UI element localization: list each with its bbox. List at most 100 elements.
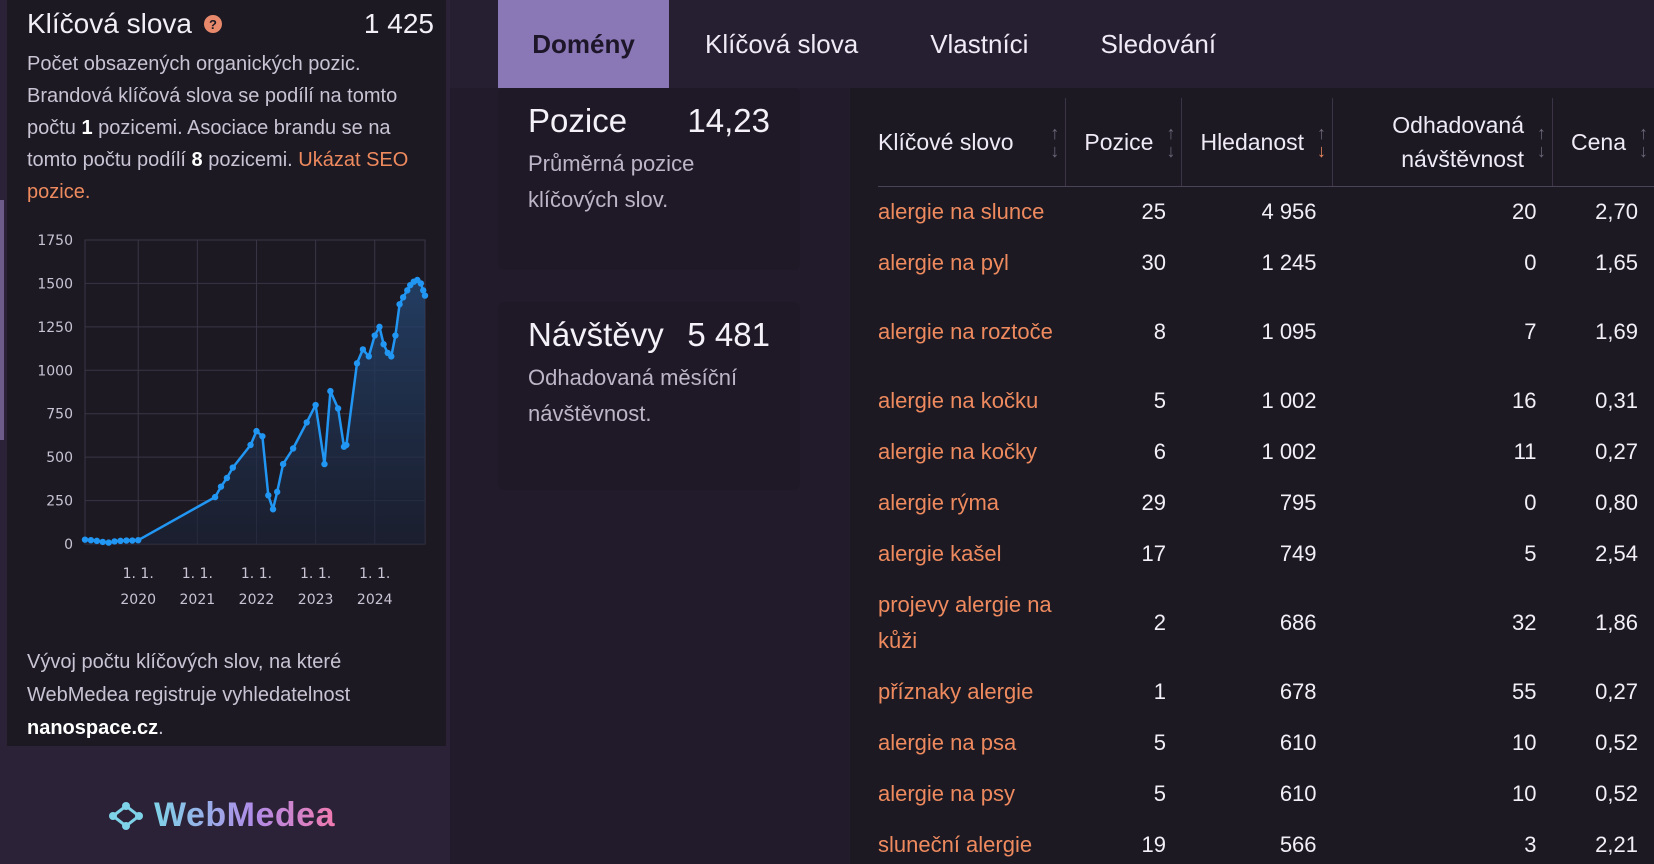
chart-point — [279, 460, 287, 468]
chart-point — [327, 387, 334, 395]
tab-domeny[interactable]: Domény — [498, 0, 669, 88]
chart-y-tick-label: 1250 — [37, 320, 73, 336]
visits-card: Návštěvy 5 481 Odhadovaná měsíční návště… — [498, 302, 800, 490]
search-volume-cell: 678 — [1279, 678, 1317, 704]
help-icon[interactable]: ? — [203, 15, 222, 33]
column-header-price[interactable]: Cena ↑ ↓ — [1552, 98, 1654, 187]
visits-card-header: Návštěvy 5 481 — [528, 316, 770, 354]
tab-sledovani[interactable]: Sledování — [1064, 0, 1252, 88]
table-row: sluneční alergie 19 566 3 2,21 — [878, 819, 1654, 864]
table-row: alergie kašel 17 749 5 2,54 — [878, 528, 1654, 579]
keywords-card-header: Klíčová slova ? 1 425 — [27, 6, 434, 42]
position-cell: 25 — [1141, 198, 1166, 224]
keyword-link[interactable]: alergie rýma — [878, 477, 1066, 528]
chart-point — [123, 537, 130, 544]
column-header-keyword[interactable]: Klíčové slovo ↑ ↓ — [878, 98, 1066, 187]
chart-point — [81, 536, 89, 543]
chart-point — [353, 360, 361, 367]
chart-point — [380, 341, 387, 348]
chart-point — [265, 492, 272, 499]
chart-point — [417, 280, 425, 287]
keyword-link[interactable]: projevy alergie na kůži — [878, 579, 1066, 666]
keyword-link[interactable]: alergie na kočku — [878, 375, 1066, 426]
position-cell: 2 — [1153, 609, 1166, 635]
estimated-visits-cell: 10 — [1512, 729, 1537, 755]
keywords-count: 1 425 — [363, 8, 434, 39]
chart-y-tick-label: 750 — [46, 407, 73, 423]
sort-icon[interactable]: ↑ ↓ — [1639, 124, 1648, 160]
sort-icon[interactable]: ↑ ↓ — [1166, 124, 1175, 160]
position-value: 14,23 — [687, 102, 770, 139]
sort-icon[interactable]: ↑ ↓ — [1317, 124, 1326, 160]
column-header-search-volume[interactable]: Hledanost ↑ ↓ — [1181, 98, 1333, 187]
chart-point — [303, 419, 310, 426]
tab-klicova-slova[interactable]: Klíčová slova — [669, 0, 894, 88]
keyword-link[interactable]: alergie na roztoče — [878, 288, 1066, 375]
visits-value: 5 481 — [687, 316, 770, 353]
position-description: Průměrná pozice klíčových slov. — [528, 151, 695, 212]
estimated-visits-cell: 3 — [1524, 831, 1537, 857]
caption-part-1: Vývoj počtu klíčových slov, na které Web… — [27, 651, 351, 706]
keyword-link[interactable]: alergie na psy — [878, 768, 1066, 819]
keyword-link[interactable]: alergie na slunce — [878, 186, 1066, 237]
chart-x-tick-year: 2023 — [298, 592, 334, 608]
webmedea-logo[interactable]: WebMedea — [108, 796, 335, 835]
position-cell: 29 — [1141, 489, 1166, 515]
keyword-link[interactable]: alergie na kočky — [878, 426, 1066, 477]
column-header-estimated-visits-label: Odhadovaná návštěvnost — [1392, 111, 1524, 172]
search-volume-cell: 686 — [1279, 609, 1317, 635]
estimated-visits-cell: 10 — [1512, 780, 1537, 806]
chart-point — [229, 464, 237, 471]
column-header-estimated-visits[interactable]: Odhadovaná návštěvnost ↑ ↓ — [1332, 98, 1553, 187]
estimated-visits-cell: 5 — [1524, 540, 1537, 566]
keyword-link[interactable]: příznaky alergie — [878, 666, 1066, 717]
column-header-position[interactable]: Pozice ↑ ↓ — [1065, 98, 1182, 187]
table-row: alergie na psy 5 610 10 0,52 — [878, 768, 1654, 819]
estimated-visits-cell: 0 — [1524, 249, 1537, 275]
keyword-link[interactable]: alergie na psa — [878, 717, 1066, 768]
chart-point — [334, 405, 342, 412]
estimated-visits-cell: 16 — [1512, 387, 1537, 413]
table-row: alergie na roztoče 8 1 095 7 1,69 — [878, 288, 1654, 375]
table-row: příznaky alergie 1 678 55 0,27 — [878, 666, 1654, 717]
chart-y-tick-label: 1500 — [37, 276, 73, 292]
chart-x-tick-label: 1. 1. — [241, 566, 272, 582]
chart-y-tick-label: 0 — [64, 537, 73, 553]
chart-point — [289, 445, 297, 452]
chart-x-tick-label: 1. 1. — [182, 566, 213, 582]
sidebar-accent-bar — [0, 200, 4, 440]
sort-icon[interactable]: ↑ ↓ — [1050, 124, 1059, 160]
keywords-title-text: Klíčová slova — [27, 8, 192, 39]
table-row: alergie na kočku 5 1 002 16 0,31 — [878, 375, 1654, 426]
chart-x-tick-label: 1. 1. — [300, 566, 331, 582]
tab-vlastnici[interactable]: Vlastníci — [894, 0, 1064, 88]
price-cell: 2,54 — [1595, 540, 1638, 566]
chart-point — [399, 294, 407, 301]
search-volume-cell: 610 — [1279, 729, 1317, 755]
chart-point — [93, 537, 101, 545]
chart-y-tick-label: 250 — [46, 494, 73, 510]
keywords-table-panel: Klíčové slovo ↑ ↓ Pozice ↑ ↓ Hledanost ↑ ↓ … — [850, 88, 1654, 864]
chart-x-tick-year: 2020 — [120, 592, 156, 608]
keyword-link[interactable]: alergie na pyl — [878, 237, 1066, 288]
chart-point — [129, 537, 136, 544]
keyword-link[interactable]: alergie kašel — [878, 528, 1066, 579]
webmedea-logo-text: WebMedea — [154, 796, 335, 834]
price-cell: 0,27 — [1595, 678, 1638, 704]
chart-x-tick-label: 1. 1. — [359, 566, 390, 582]
position-cell: 17 — [1141, 540, 1166, 566]
chart-point — [247, 441, 254, 449]
keyword-link[interactable]: sluneční alergie — [878, 819, 1066, 864]
estimated-visits-cell: 20 — [1512, 198, 1537, 224]
chart-y-tick-label: 1750 — [37, 233, 73, 249]
position-cell: 5 — [1153, 729, 1166, 755]
keywords-card: Klíčová slova ? 1 425 Počet obsazených o… — [7, 0, 446, 746]
keywords-chart-svg: 0 250 500 750 1000 1250 1500 1750 1. 1. 2020 1. 1.… — [37, 233, 429, 608]
visits-label: Návštěvy — [528, 316, 664, 353]
chart-y-tick-label: 500 — [46, 450, 73, 466]
sort-icon[interactable]: ↑ ↓ — [1537, 124, 1546, 160]
price-cell: 1,65 — [1595, 249, 1638, 275]
price-cell: 0,27 — [1595, 438, 1638, 464]
chart-point — [396, 301, 403, 308]
keywords-description: Počet obsazených organických pozic. Bran… — [27, 48, 427, 208]
